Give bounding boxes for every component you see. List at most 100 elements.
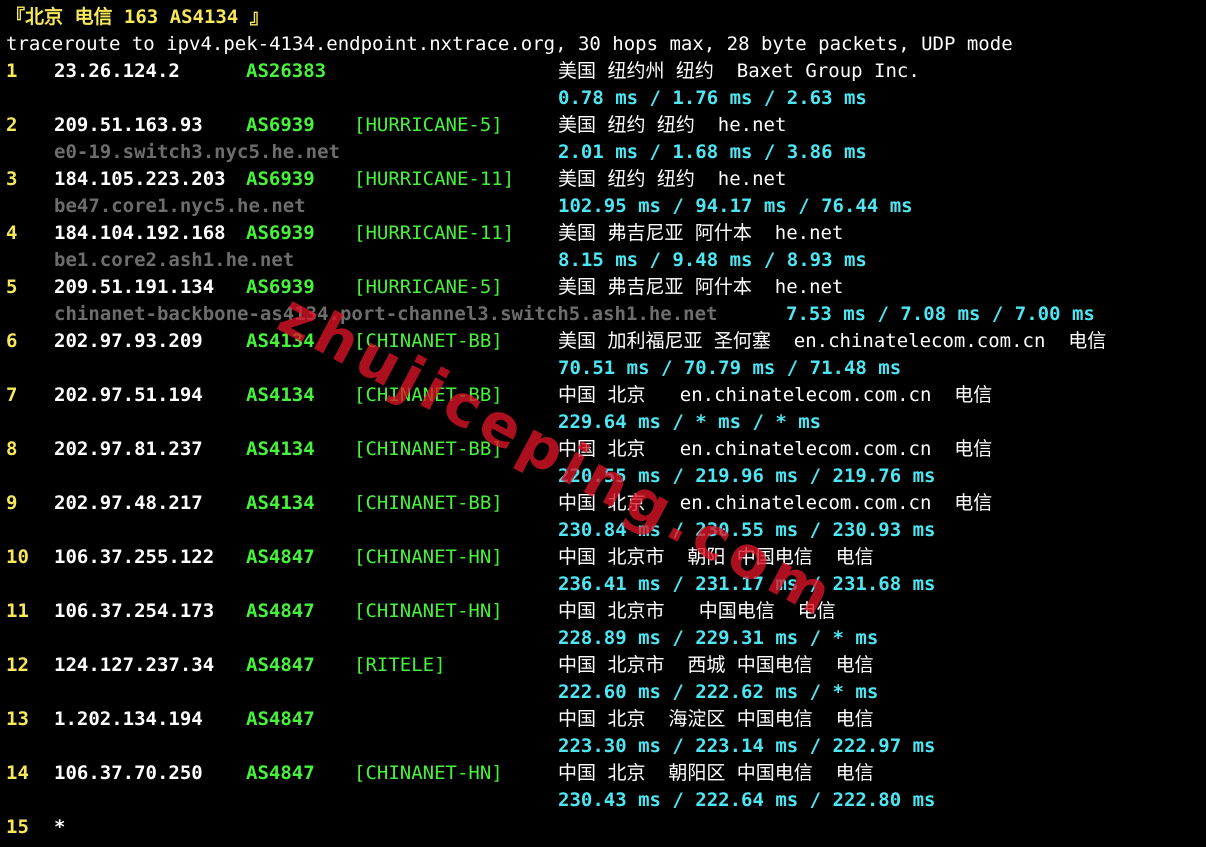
- hop-detail-row: 223.30 ms / 223.14 ms / 222.97 ms: [0, 733, 1206, 760]
- hop-ip: 184.105.223.203: [54, 168, 226, 190]
- hop-rtt: 236.41 ms / 231.17 ms / 231.68 ms: [558, 573, 936, 595]
- hop-network-tag: [CHINANET-BB]: [354, 330, 503, 352]
- hop-row: 2 209.51.163.93 AS6939 [HURRICANE-5] 美国 纽约 纽…: [0, 112, 1206, 139]
- hop-row: 7 202.97.51.194 AS4134 [CHINANET-BB] 中国 北京 e…: [0, 382, 1206, 409]
- hop-network-tag: [RITELE]: [354, 654, 446, 676]
- hop-asn: AS6939: [246, 222, 315, 244]
- hop-geo: 中国 北京市 中国电信 电信: [558, 600, 836, 622]
- hop-row: 13 1.202.134.194 AS4847 中国 北京 海淀区 中国电信 电信: [0, 706, 1206, 733]
- hop-asn: AS4847: [246, 600, 315, 622]
- hop-detail-row: 229.64 ms / * ms / * ms: [0, 409, 1206, 436]
- hop-number: 8: [6, 438, 18, 460]
- hop-asn: AS26383: [246, 60, 327, 82]
- hop-rtt: 230.84 ms / 230.55 ms / 230.93 ms: [558, 519, 936, 541]
- hop-geo: 中国 北京 朝阳区 中国电信 电信: [558, 762, 874, 784]
- hop-geo: 美国 加利福尼亚 圣何塞 en.chinatelecom.com.cn 电信: [558, 330, 1107, 352]
- hop-number: 11: [6, 600, 29, 622]
- hop-number: 1: [6, 60, 18, 82]
- hop-asn: AS4847: [246, 654, 315, 676]
- hop-number: 6: [6, 330, 18, 352]
- hop-number: 3: [6, 168, 18, 190]
- hop-asn: AS6939: [246, 276, 315, 298]
- hop-number: 13: [6, 708, 29, 730]
- hop-geo: 中国 北京市 西城 中国电信 电信: [558, 654, 874, 676]
- hop-number: 12: [6, 654, 29, 676]
- hop-ip: 202.97.48.217: [54, 492, 203, 514]
- hop-geo: 中国 北京市 朝阳 中国电信 电信: [558, 546, 874, 568]
- hop-rtt: 223.30 ms / 223.14 ms / 222.97 ms: [558, 735, 936, 757]
- hop-asn: AS4134: [246, 330, 315, 352]
- hop-ip: 23.26.124.2: [54, 60, 180, 82]
- hop-ip: 184.104.192.168: [54, 222, 226, 244]
- hop-ip: 106.37.255.122: [54, 546, 215, 568]
- hop-geo: 中国 北京 en.chinatelecom.com.cn 电信: [558, 492, 993, 514]
- hop-number: 5: [6, 276, 18, 298]
- hop-asn: AS4847: [246, 546, 315, 568]
- hop-number: 2: [6, 114, 18, 136]
- hop-row: 9 202.97.48.217 AS4134 [CHINANET-BB] 中国 北京 e…: [0, 490, 1206, 517]
- hop-detail-row: 220.55 ms / 219.96 ms / 219.76 ms: [0, 463, 1206, 490]
- hop-detail-row: 70.51 ms / 70.79 ms / 71.48 ms: [0, 355, 1206, 382]
- hop-detail-row: 236.41 ms / 231.17 ms / 231.68 ms: [0, 571, 1206, 598]
- terminal-window: 『北京 电信 163 AS4134 』 traceroute to ipv4.p…: [0, 0, 1206, 847]
- hop-detail-row: 228.89 ms / 229.31 ms / * ms: [0, 625, 1206, 652]
- hop-row: 3 184.105.223.203 AS6939 [HURRICANE-11] 美国 纽…: [0, 166, 1206, 193]
- hop-rtt: 102.95 ms / 94.17 ms / 76.44 ms: [558, 195, 913, 217]
- hop-ip: 202.97.93.209: [54, 330, 203, 352]
- hop-ip: 106.37.70.250: [54, 762, 203, 784]
- hop-row: 6 202.97.93.209 AS4134 [CHINANET-BB] 美国 加利福尼…: [0, 328, 1206, 355]
- hop-geo: 美国 纽约 纽约 he.net: [558, 114, 787, 136]
- hop-ip: 209.51.163.93: [54, 114, 203, 136]
- hop-number: 10: [6, 546, 29, 568]
- hop-ip: 209.51.191.134: [54, 276, 215, 298]
- hop-rtt: 228.89 ms / 229.31 ms / * ms: [558, 627, 879, 649]
- hop-asn: AS6939: [246, 114, 315, 136]
- hop-network-tag: [HURRICANE-11]: [354, 222, 515, 244]
- hop-geo: 美国 弗吉尼亚 阿什本 he.net: [558, 222, 844, 244]
- hop-detail-row: 230.84 ms / 230.55 ms / 230.93 ms: [0, 517, 1206, 544]
- hop-geo: 美国 纽约州 纽约 Baxet Group Inc.: [558, 60, 920, 82]
- hop-asn: AS4134: [246, 492, 315, 514]
- hop-asn: AS4134: [246, 438, 315, 460]
- hop-row: 5 209.51.191.134 AS6939 [HURRICANE-5] 美国 弗吉尼…: [0, 274, 1206, 301]
- hop-network-tag: [HURRICANE-11]: [354, 168, 515, 190]
- hop-asn: AS4134: [246, 384, 315, 406]
- command-line: traceroute to ipv4.pek-4134.endpoint.nxt…: [6, 33, 1013, 55]
- hop-ip: 106.37.254.173: [54, 600, 215, 622]
- hop-detail-row: 0.78 ms / 1.76 ms / 2.63 ms: [0, 85, 1206, 112]
- hop-asn: AS6939: [246, 168, 315, 190]
- hop-network-tag: [CHINANET-HN]: [354, 600, 503, 622]
- hop-network-tag: [CHINANET-BB]: [354, 384, 503, 406]
- hop-rtt: 2.01 ms / 1.68 ms / 3.86 ms: [558, 141, 867, 163]
- hop-detail-row: be1.core2.ash1.he.net 8.15 ms / 9.48 ms /…: [0, 247, 1206, 274]
- hop-ip: 1.202.134.194: [54, 708, 203, 730]
- hop-ip: 124.127.237.34: [54, 654, 215, 676]
- hop-geo: 美国 纽约 纽约 he.net: [558, 168, 787, 190]
- hop-asn: AS4847: [246, 708, 315, 730]
- hop-geo: 美国 弗吉尼亚 阿什本 he.net: [558, 276, 844, 298]
- hop-rtt: 0.78 ms / 1.76 ms / 2.63 ms: [558, 87, 867, 109]
- hop-number: 14: [6, 762, 29, 784]
- hop-rtt: 8.15 ms / 9.48 ms / 8.93 ms: [558, 249, 867, 271]
- test-header: 『北京 电信 163 AS4134 』: [6, 6, 269, 28]
- hop-ip: 202.97.81.237: [54, 438, 203, 460]
- hop-geo: 中国 北京 海淀区 中国电信 电信: [558, 708, 874, 730]
- hop-rdns: chinanet-backbone-as4134.port-channel3.s…: [54, 303, 718, 325]
- hop-network-tag: [CHINANET-BB]: [354, 438, 503, 460]
- hop-number: 4: [6, 222, 18, 244]
- hop-ip: 202.97.51.194: [54, 384, 203, 406]
- hop-row: 14 106.37.70.250 AS4847 [CHINANET-HN] 中国 北京 …: [0, 760, 1206, 787]
- hop-geo: 中国 北京 en.chinatelecom.com.cn 电信: [558, 384, 993, 406]
- hop-row: 12 124.127.237.34 AS4847 [RITELE] 中国 北京市 西城 …: [0, 652, 1206, 679]
- hop-rtt: 230.43 ms / 222.64 ms / 222.80 ms: [558, 789, 936, 811]
- hop-network-tag: [HURRICANE-5]: [354, 276, 503, 298]
- hop-row: 1 23.26.124.2 AS26383 美国 纽约州 纽约 Baxet Group…: [0, 58, 1206, 85]
- hop-row: 4 184.104.192.168 AS6939 [HURRICANE-11] 美国 弗…: [0, 220, 1206, 247]
- hop-rdns: be1.core2.ash1.he.net: [54, 249, 295, 271]
- hop-rtt: 7.53 ms / 7.08 ms / 7.00 ms: [786, 303, 1095, 325]
- hop-rdns: be47.core1.nyc5.he.net: [54, 195, 306, 217]
- hop-rdns: e0-19.switch3.nyc5.he.net: [54, 141, 340, 163]
- hop-number: 15: [6, 816, 29, 838]
- hop-asn: AS4847: [246, 762, 315, 784]
- hop-network-tag: [CHINANET-BB]: [354, 492, 503, 514]
